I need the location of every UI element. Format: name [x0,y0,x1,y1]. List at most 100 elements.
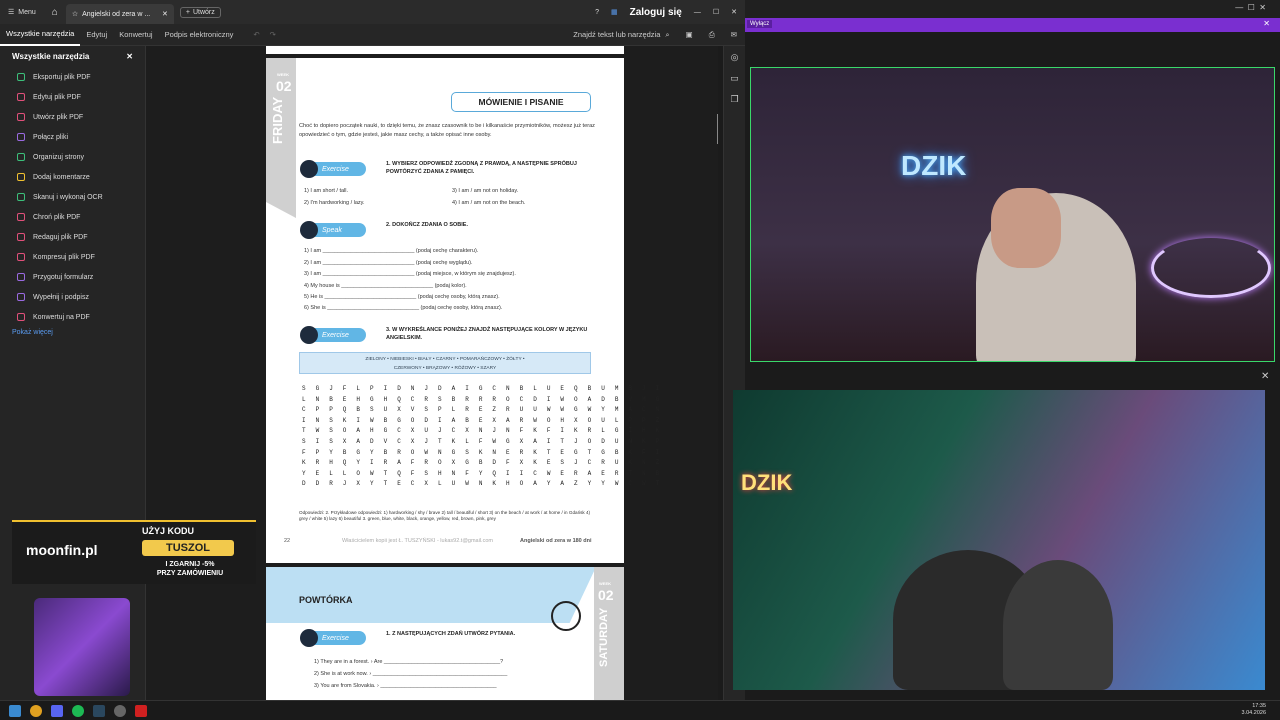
face-silhouette [991,188,1061,268]
minimize-icon[interactable]: — [694,9,701,16]
tool-icon [17,253,25,261]
document-tab[interactable]: ☆ Angielski od zera w ... ✕ [65,4,174,24]
tool-item[interactable]: Organizuj strony [0,147,145,167]
tab-all-tools[interactable]: Wszystkie narzędzia [0,24,81,46]
webcam-1: DZIK [750,67,1275,362]
obs-icon[interactable] [114,704,126,717]
close-overlay-icon[interactable]: ✕ [1263,19,1270,28]
footer-title: Angielski od zera w 180 dni [520,538,592,544]
grid-row: Y E L L O W T Q F S H N F Y Q I I C W E … [302,469,663,477]
clock[interactable]: 17:35 3.04.2026 [1242,703,1266,717]
login-button[interactable]: Zaloguj się [630,7,682,18]
tool-item[interactable]: Przygotuj formularz [0,267,145,287]
clock-date: 3.04.2026 [1241,710,1266,716]
exercise-badge: Exercise [300,629,366,647]
tool-item[interactable]: Połącz pliki [0,127,145,147]
windows-start-icon[interactable] [9,704,21,717]
window-controls-icon[interactable]: — ☐ ✕ [1235,3,1266,12]
speak-label: Speak [322,226,342,234]
maximize-icon[interactable]: ☐ [713,8,719,16]
mail-icon[interactable]: ✉ [723,30,745,39]
tab-convert[interactable]: Konwertuj [113,24,158,46]
grid-row: L N B E H G H Q C R S B R R R O C D I W … [302,395,663,403]
apps-grid-icon[interactable]: ▦ [611,8,618,16]
grid-row: K R H Q Y I R A F R O X G B D F X K E S … [302,459,663,467]
scrollbar[interactable] [717,114,718,144]
tool-item[interactable]: Wypełnij i podpisz [0,287,145,307]
neon-sign: DZIK [901,150,967,181]
review-heading: POWTÓRKA [299,595,353,605]
tool-item[interactable]: Utwórz plik PDF [0,107,145,127]
show-more-link[interactable]: Pokaż więcej [0,327,145,338]
day-sidebar: WEEK 02 FRIDAY [266,58,296,218]
tool-item[interactable]: Edytuj plik PDF [0,87,145,107]
promo-line-2: PRZY ZAMÓWIENIU [156,570,224,577]
tab-title: Angielski od zera w ... [82,10,151,18]
menu-button[interactable]: ☰ Menu [0,8,44,17]
grid-row: S G J F L P I D N J D A I G C N B L U E … [302,385,663,392]
document-area: WEEK 02 FRIDAY MÓWIENIE I PISANIE Choć t… [146,46,718,700]
tool-icon [17,193,25,201]
tab-esign[interactable]: Podpis elektroniczny [159,24,240,46]
discord-icon[interactable] [51,704,63,717]
tool-item[interactable]: Chroń plik PDF [0,207,145,227]
grid-row: T W S O A H G C X U J C X N J N F K F I … [302,427,663,435]
week-number: 02 [276,78,292,94]
chrome-icon[interactable] [30,704,42,717]
tool-item[interactable]: Skanuj i wykonaj OCR [0,187,145,207]
tool-icon [17,133,25,141]
close-window-icon[interactable]: ✕ [731,8,737,16]
task-1: 1. WYBIERZ ODPOWIEDŹ ZGODNĄ Z PRAWDĄ, A … [386,161,577,175]
new-tab-button[interactable]: + Utwórz [179,6,221,18]
steam-icon[interactable] [93,704,105,717]
tool-icon [17,233,25,241]
exercise-badge: Exercise [300,326,366,344]
t1-line: 1) I am short / tall. [304,188,349,194]
tool-icon [17,113,25,121]
tab-edit[interactable]: Edytuj [80,24,113,46]
grid-row: C P P Q B S U X V S P L R E Z R U U W W … [302,406,663,414]
exercise-label: Exercise [322,165,349,173]
title-bar: ☰ Menu ⌂ ☆ Angielski od zera w ... ✕ + Utwór… [0,0,745,24]
save-icon[interactable]: ▣ [678,30,701,39]
find-label: Znajdź tekst lub narzędzia [573,30,661,39]
tool-item[interactable]: Konwertuj na PDF [0,307,145,327]
tool-item[interactable]: Dodaj komentarze [0,167,145,187]
t2-line: 1) I am ______________________________ (… [304,248,479,254]
redo-icon[interactable]: ↷ [270,30,276,39]
spotify-icon[interactable] [72,704,84,717]
grid-row: S I S X A D V C X J T K L F W G X A I T … [302,437,663,445]
speak-badge: Speak [300,221,366,239]
print-icon[interactable]: ⎙ [701,30,723,40]
star-icon[interactable]: ☆ [72,10,78,18]
colors-line-2: CZERWONY • BRĄZOWY • RÓŻOWY • SZARY [393,366,497,371]
menu-bar: Wszystkie narzędzia Edytuj Konwertuj Pod… [0,24,745,46]
tool-item[interactable]: Eksportuj plik PDF [0,67,145,87]
ferris-wheel-icon [551,601,581,631]
tool-item[interactable]: Redaguj plik PDF [0,227,145,247]
help-icon[interactable]: ? [595,9,599,16]
tool-label: Edytuj plik PDF [33,93,81,101]
comment-icon[interactable]: ▭ [730,73,739,84]
grid-row: I N S K I W B G O D I A B E X A R W O H … [302,416,663,424]
t2-line: 2) I am ______________________________ (… [304,260,473,266]
promo-line-1: I ZGARNIJ -5% [165,561,215,568]
menu-label: Menu [18,8,36,16]
home-icon[interactable]: ⌂ [44,7,66,18]
acrobat-icon[interactable] [135,704,147,717]
pages-icon[interactable]: ❐ [730,94,738,105]
ai-assistant-icon[interactable]: ◎ [731,52,739,63]
close-panel-icon[interactable]: ✕ [126,52,133,61]
undo-icon[interactable]: ↶ [253,30,259,39]
colors-line-1: ZIELONY • NIEBIESKI • BIAŁY • CZARNY • P… [365,357,525,362]
tool-label: Utwórz plik PDF [33,113,84,121]
find-tools[interactable]: Znajdź tekst lub narzędzia ⌕ [573,30,677,40]
tool-item[interactable]: Kompresuj plik PDF [0,247,145,267]
page-number: 22 [284,538,291,544]
close-tab-icon[interactable]: ✕ [162,10,168,18]
disable-button[interactable]: Wyłącz [747,20,773,28]
week-label: WEEK [277,72,289,77]
obs-title-bar: — ☐ ✕ [745,0,1280,18]
tool-icon [17,273,25,281]
close-cam-icon[interactable]: ✕ [1261,371,1269,382]
